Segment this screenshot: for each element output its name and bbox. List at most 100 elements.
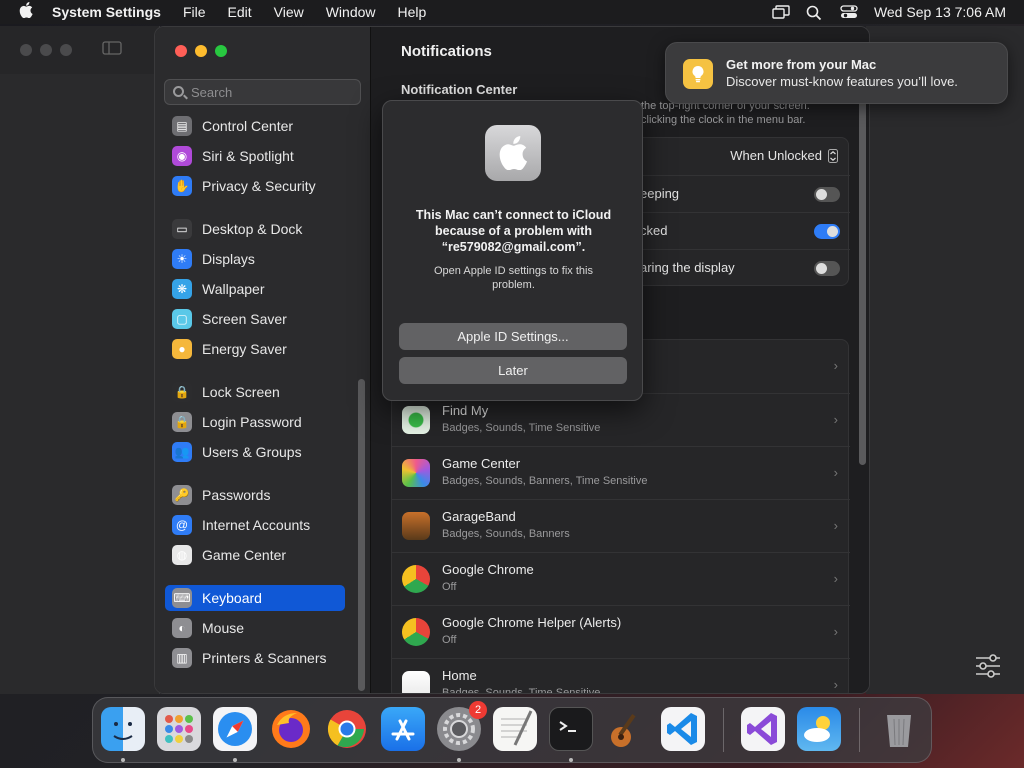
dock: 2 <box>92 697 932 763</box>
sidebar-item-label: Siri & Spotlight <box>202 148 294 164</box>
sidebar-item-icon: 👥 <box>172 442 192 462</box>
later-button[interactable]: Later <box>399 357 627 384</box>
app-notification-summary: Badges, Sounds, Time Sensitive <box>442 422 601 434</box>
sidebar-item-label: Login Password <box>202 414 302 430</box>
spotlight-search-icon[interactable] <box>806 5 822 21</box>
chevron-right-icon: › <box>833 624 838 639</box>
chrome-icon <box>402 618 430 646</box>
app-row[interactable]: Google Chrome Helper (Alerts) Off › <box>392 605 850 658</box>
apple-menu-icon[interactable] <box>0 1 52 23</box>
control-center-icon[interactable] <box>840 5 858 19</box>
tips-notification-banner[interactable]: Get more from your Mac Discover must-kno… <box>665 42 1008 104</box>
finder-icon[interactable] <box>101 707 145 751</box>
app-name: Google Chrome Helper (Alerts) <box>442 615 622 630</box>
search-input[interactable]: Search <box>164 79 361 105</box>
sidebar-item-icon: ☀ <box>172 249 192 269</box>
window-controls <box>175 45 227 57</box>
app-store-icon[interactable] <box>381 707 425 751</box>
app-row[interactable]: Game Center Badges, Sounds, Banners, Time… <box>392 446 850 499</box>
sidebar-item-icon: ◐ <box>172 618 192 638</box>
menu-help[interactable]: Help <box>398 4 427 20</box>
menu-window[interactable]: Window <box>326 4 376 20</box>
sidebar-item-control-center[interactable]: ▤ Control Center <box>165 113 345 139</box>
main-scrollbar[interactable] <box>859 51 866 465</box>
sidebar-item-users-groups[interactable]: 👥 Users & Groups <box>165 439 345 465</box>
sidebar-item-icon: 🔒 <box>172 412 192 432</box>
sidebar-item-label: Passwords <box>202 487 271 503</box>
sidebar-scrollbar[interactable] <box>358 379 365 691</box>
sidebar-item-login-password[interactable]: 🔒 Login Password <box>165 409 345 435</box>
section-title: Notification Center <box>401 82 518 97</box>
launchpad-icon[interactable] <box>157 707 201 751</box>
sidebar-item-passwords[interactable]: 🔑 Passwords <box>165 482 345 508</box>
sidebar-item-wallpaper[interactable]: ❋ Wallpaper <box>165 276 345 302</box>
sidebar-item-energy-saver[interactable]: ● Energy Saver <box>165 336 345 362</box>
menu-file[interactable]: File <box>183 4 206 20</box>
sidebar-item-mouse[interactable]: ◐ Mouse <box>165 615 345 641</box>
show-previews-select[interactable]: When Unlocked <box>730 148 838 163</box>
sidebar-item-internet-accounts[interactable]: @ Internet Accounts <box>165 512 345 538</box>
app-row[interactable]: Home Badges, Sounds, Time Sensitive › <box>392 658 850 694</box>
sidebar-item-icon: ❋ <box>172 279 192 299</box>
search-icon <box>173 86 184 97</box>
app-row[interactable]: Google Chrome Off › <box>392 552 850 605</box>
sidebar-item-game-center[interactable]: ◍ Game Center <box>165 542 345 568</box>
sidebar-item-displays[interactable]: ☀ Displays <box>165 246 345 272</box>
zoom-button[interactable] <box>215 45 227 57</box>
garageband-icon[interactable] <box>605 707 649 751</box>
toggle-row-label: aring the display <box>640 260 735 275</box>
toggle-row-label: eeping <box>640 186 680 201</box>
sidebar-item-icon: ◉ <box>172 146 192 166</box>
sidebar-item-printers-scanners[interactable]: ▥ Printers & Scanners <box>165 645 345 671</box>
sleeping-toggle[interactable] <box>814 187 840 202</box>
close-button[interactable] <box>175 45 187 57</box>
stepper-arrows-icon <box>828 148 838 163</box>
menu-bar-clock[interactable]: Wed Sep 13 7:06 AM <box>874 4 1006 20</box>
app-notification-summary: Off <box>442 581 457 593</box>
screen-mirroring-icon[interactable] <box>772 5 790 19</box>
sidebar-item-siri-spotlight[interactable]: ◉ Siri & Spotlight <box>165 143 345 169</box>
sidebar-item-label: Keyboard <box>202 590 262 606</box>
trash-icon[interactable] <box>877 707 921 751</box>
garageband-icon <box>402 512 430 540</box>
chrome-icon[interactable] <box>325 707 369 751</box>
minimize-button[interactable] <box>195 45 207 57</box>
sidebar-item-label: Screen Saver <box>202 311 287 327</box>
firefox-icon[interactable] <box>269 707 313 751</box>
sidebar-item-desktop-dock[interactable]: ▭ Desktop & Dock <box>165 216 345 242</box>
sidebar-item-privacy-security[interactable]: ✋ Privacy & Security <box>165 173 345 199</box>
system-settings-icon[interactable]: 2 <box>437 701 487 751</box>
sidebar-item-screen-saver[interactable]: ▢ Screen Saver <box>165 306 345 332</box>
app-name: Google Chrome <box>442 562 534 577</box>
locked-toggle[interactable] <box>814 224 840 239</box>
menu-edit[interactable]: Edit <box>228 4 252 20</box>
app-row[interactable]: GarageBand Badges, Sounds, Banners › <box>392 499 850 552</box>
sidebar-item-label: Lock Screen <box>202 384 280 400</box>
banner-title: Get more from your Mac <box>726 57 877 72</box>
terminal-icon[interactable] <box>549 707 593 751</box>
app-name-menu[interactable]: System Settings <box>52 4 161 20</box>
textedit-icon[interactable] <box>493 707 537 751</box>
sidebar-item-label: Displays <box>202 251 255 267</box>
menu-view[interactable]: View <box>274 4 304 20</box>
vscode-icon[interactable] <box>661 707 705 751</box>
weather-icon[interactable] <box>797 707 841 751</box>
apple-id-settings-button[interactable]: Apple ID Settings... <box>399 323 627 350</box>
desktop-sliders-icon[interactable] <box>974 654 1002 678</box>
sidebar-item-icon: @ <box>172 515 192 535</box>
alert-informative-text: Open Apple ID settings to fix this probl… <box>434 265 593 291</box>
running-indicator <box>457 758 461 762</box>
alert-message: This Mac can’t connect to iCloud because… <box>415 208 612 254</box>
sidebar-item-keyboard[interactable]: ⌨ Keyboard <box>165 585 345 611</box>
app-notification-summary: Badges, Sounds, Time Sensitive <box>442 687 601 694</box>
background-window <box>0 26 160 694</box>
apple-logo-icon <box>485 125 541 181</box>
sharing-display-toggle[interactable] <box>814 261 840 276</box>
sidebar-item-lock-screen[interactable]: 🔒 Lock Screen <box>165 379 345 405</box>
sidebar-item-icon: ◍ <box>172 545 192 565</box>
safari-icon[interactable] <box>213 707 257 751</box>
sidebar: Search ▤ Control Center ◉ Siri & Spotlight ✋… <box>155 27 371 693</box>
sidebar-item-label: Energy Saver <box>202 341 287 357</box>
app-notification-summary: Off <box>442 634 457 646</box>
visual-studio-icon[interactable] <box>741 707 785 751</box>
